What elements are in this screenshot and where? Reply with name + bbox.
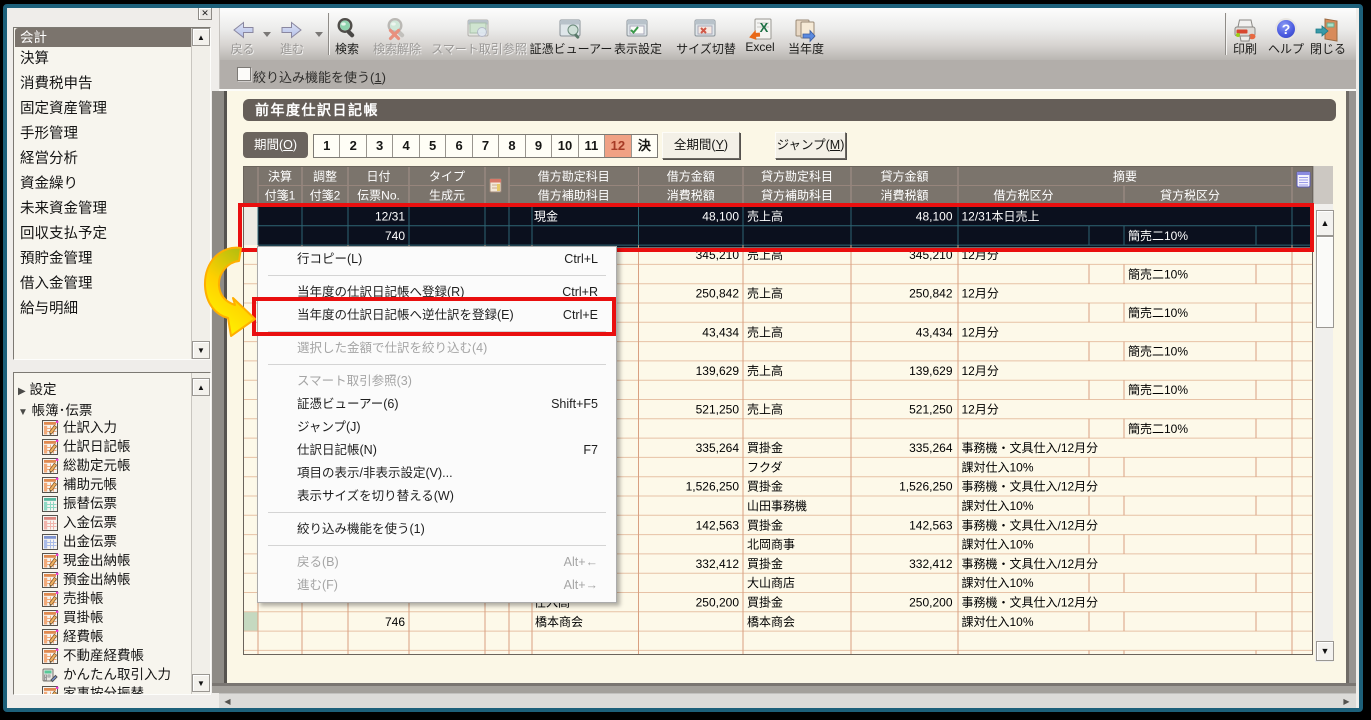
svg-text:簡売二10%: 簡売二10%: [1128, 382, 1188, 397]
svg-text:売上高: 売上高: [747, 324, 783, 339]
svg-text:山田事務機: 山田事務機: [747, 498, 807, 513]
svg-text:事務機・文具仕入/12月分: 事務機・文具仕入/12月分: [962, 479, 1099, 494]
svg-text:買掛金: 買掛金: [747, 440, 783, 455]
svg-text:決算: 決算: [268, 169, 292, 184]
svg-text:X: X: [760, 20, 769, 35]
svg-text:借方補助科目: 借方補助科目: [538, 188, 610, 203]
svg-text:簡売二10%: 簡売二10%: [1128, 305, 1188, 320]
svg-text:課対仕入10%: 課対仕入10%: [962, 537, 1034, 552]
svg-text:課対仕入10%: 課対仕入10%: [962, 614, 1034, 629]
svg-text:調整: 調整: [313, 169, 337, 184]
svg-text:?: ?: [1282, 21, 1291, 37]
svg-text:フクダ: フクダ: [747, 459, 783, 474]
svg-text:142,563: 142,563: [696, 518, 740, 532]
svg-text:139,629: 139,629: [909, 364, 953, 378]
svg-text:250,200: 250,200: [909, 596, 953, 610]
svg-text:貸方補助科目: 貸方補助科目: [761, 188, 833, 203]
svg-text:橋本商会: 橋本商会: [747, 614, 795, 629]
svg-text:課対仕入10%: 課対仕入10%: [962, 459, 1034, 474]
svg-text:335,264: 335,264: [696, 441, 740, 455]
svg-text:12月分: 12月分: [962, 287, 999, 301]
svg-text:事務機・文具仕入/12月分: 事務機・文具仕入/12月分: [962, 595, 1099, 610]
svg-text:1,526,250: 1,526,250: [899, 480, 953, 494]
svg-text:消費税額: 消費税額: [667, 188, 715, 203]
svg-text:売上高: 売上高: [747, 286, 783, 301]
svg-text:日付: 日付: [366, 170, 390, 184]
svg-text:課対仕入10%: 課対仕入10%: [962, 498, 1034, 513]
svg-text:消費税額: 消費税額: [880, 188, 928, 203]
svg-text:摘要: 摘要: [1113, 169, 1137, 184]
svg-text:746: 746: [385, 615, 405, 629]
svg-text:大山商店: 大山商店: [747, 575, 795, 590]
svg-text:250,200: 250,200: [696, 596, 740, 610]
svg-text:521,250: 521,250: [696, 403, 740, 417]
svg-text:北岡商事: 北岡商事: [747, 537, 795, 552]
svg-text:12月分: 12月分: [962, 364, 999, 378]
svg-text:521,250: 521,250: [909, 403, 953, 417]
svg-text:借方勘定科目: 借方勘定科目: [538, 169, 610, 184]
svg-text:250,842: 250,842: [696, 287, 740, 301]
svg-text:借方税区分: 借方税区分: [993, 188, 1053, 203]
svg-text:売上高: 売上高: [747, 402, 783, 417]
svg-text:事務機・文具仕入/12月分: 事務機・文具仕入/12月分: [962, 517, 1099, 532]
svg-text:1,526,250: 1,526,250: [686, 480, 740, 494]
svg-text:付箋2: 付箋2: [310, 188, 341, 203]
svg-text:付箋1: 付箋1: [265, 188, 296, 203]
svg-text:生成元: 生成元: [429, 189, 465, 203]
svg-text:貸方税区分: 貸方税区分: [1160, 188, 1220, 203]
svg-text:売上高: 売上高: [747, 363, 783, 378]
svg-text:事務機・文具仕入/12月分: 事務機・文具仕入/12月分: [962, 556, 1099, 571]
svg-text:簡売二10%: 簡売二10%: [1128, 266, 1188, 281]
svg-text:43,434: 43,434: [702, 325, 739, 339]
svg-text:139,629: 139,629: [696, 364, 740, 378]
svg-text:買掛金: 買掛金: [747, 479, 783, 494]
svg-text:貸方金額: 貸方金額: [880, 169, 928, 184]
svg-text:332,412: 332,412: [909, 557, 953, 571]
svg-text:142,563: 142,563: [909, 518, 953, 532]
svg-text:貸方勘定科目: 貸方勘定科目: [761, 169, 833, 184]
svg-text:買掛金: 買掛金: [747, 517, 783, 532]
svg-text:借方金額: 借方金額: [667, 169, 715, 184]
svg-text:事務機・文具仕入/12月分: 事務機・文具仕入/12月分: [962, 440, 1099, 455]
svg-text:250,842: 250,842: [909, 287, 953, 301]
svg-text:簡売二10%: 簡売二10%: [1128, 344, 1188, 359]
svg-text:伝票No.: 伝票No.: [357, 189, 400, 203]
svg-text:43,434: 43,434: [916, 325, 953, 339]
svg-text:橋本商会: 橋本商会: [535, 614, 583, 629]
svg-text:課対仕入10%: 課対仕入10%: [962, 575, 1034, 590]
svg-text:買掛金: 買掛金: [747, 556, 783, 571]
svg-text:12月分: 12月分: [962, 403, 999, 417]
svg-text:335,264: 335,264: [909, 441, 953, 455]
svg-text:332,412: 332,412: [696, 557, 740, 571]
svg-text:12月分: 12月分: [962, 325, 999, 339]
svg-text:買掛金: 買掛金: [747, 595, 783, 610]
svg-text:タイプ: タイプ: [429, 170, 465, 184]
svg-text:簡売二10%: 簡売二10%: [1128, 421, 1188, 436]
